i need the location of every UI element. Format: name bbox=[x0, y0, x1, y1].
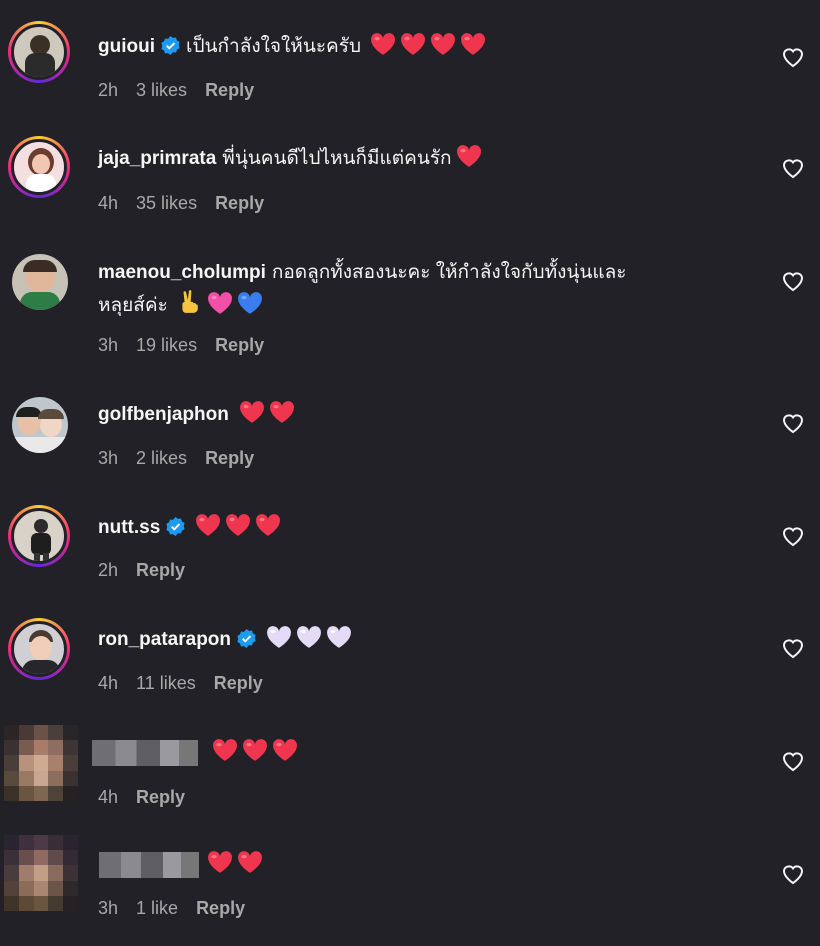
heart-red-emoji bbox=[400, 32, 426, 67]
heart-red-emoji bbox=[255, 513, 281, 548]
comment-meta: 4h 11 likes Reply bbox=[98, 671, 281, 695]
likes-count[interactable]: 2 likes bbox=[136, 448, 187, 468]
heart-red-emoji bbox=[269, 400, 295, 435]
avatar[interactable] bbox=[12, 397, 68, 453]
comment-meta: 2h Reply bbox=[98, 558, 203, 582]
heart-red-emoji bbox=[207, 850, 233, 885]
comment-text: กอดลูกทั้งสองนะคะ ให้กำลังใจกับทั้งนุ่นแ… bbox=[271, 262, 627, 283]
likes-count[interactable]: 19 likes bbox=[136, 335, 197, 355]
comment-text: หลุยส์ค่ะ bbox=[98, 295, 168, 316]
comment-text-line bbox=[92, 737, 740, 773]
heart-red-emoji bbox=[225, 513, 251, 548]
heart-white-emoji bbox=[266, 625, 292, 660]
heart-white-emoji bbox=[326, 625, 352, 660]
heart-outline-icon[interactable] bbox=[781, 637, 805, 659]
avatar[interactable] bbox=[8, 618, 70, 680]
timestamp: 4h bbox=[98, 193, 119, 213]
reply-button[interactable]: Reply bbox=[136, 787, 185, 807]
heart-outline-icon[interactable] bbox=[781, 270, 805, 292]
username[interactable]: maenou_cholumpi bbox=[98, 262, 266, 283]
heart-outline-icon[interactable] bbox=[781, 525, 805, 547]
heart-blue-emoji bbox=[237, 291, 263, 326]
avatar-pixelated[interactable] bbox=[4, 835, 78, 911]
heart-red-emoji bbox=[460, 32, 486, 67]
timestamp: 3h bbox=[98, 898, 119, 918]
username[interactable]: jaja_primrata bbox=[98, 148, 216, 169]
verified-badge-icon bbox=[161, 34, 180, 66]
heart-outline-icon[interactable] bbox=[781, 863, 805, 885]
timestamp: 2h bbox=[98, 80, 119, 100]
avatar[interactable] bbox=[8, 136, 70, 198]
heart-red-emoji bbox=[242, 738, 268, 773]
reply-button[interactable]: Reply bbox=[205, 80, 254, 100]
likes-count[interactable]: 35 likes bbox=[136, 193, 197, 213]
timestamp: 3h bbox=[98, 448, 119, 468]
reply-button[interactable]: Reply bbox=[215, 193, 264, 213]
comment-text-line-2: หลุยส์ค่ะ bbox=[98, 289, 740, 326]
heart-outline-icon[interactable] bbox=[781, 46, 805, 68]
timestamp: 3h bbox=[98, 335, 119, 355]
username[interactable]: guioui bbox=[98, 36, 155, 57]
comment-meta: 3h 19 likes Reply bbox=[98, 333, 282, 357]
avatar[interactable] bbox=[8, 21, 70, 83]
comment-text-line: ron_patarapon bbox=[98, 624, 740, 660]
avatar[interactable] bbox=[12, 254, 68, 310]
heart-pink-emoji bbox=[207, 291, 233, 326]
reply-button[interactable]: Reply bbox=[214, 673, 263, 693]
heart-outline-icon[interactable] bbox=[781, 157, 805, 179]
heart-white-emoji bbox=[296, 625, 322, 660]
heart-red-emoji bbox=[456, 144, 482, 179]
username[interactable]: golfbenjaphon bbox=[98, 404, 229, 425]
comment-text-line bbox=[99, 849, 740, 885]
heart-outline-icon[interactable] bbox=[781, 750, 805, 772]
comment-text-line: jaja_primrata พี่นุ่นคนดีไปไหนก็มีแต่คนรั… bbox=[98, 143, 740, 179]
comment-text: เป็นกำลังใจให้นะครับ bbox=[185, 36, 362, 57]
timestamp: 4h bbox=[98, 673, 119, 693]
heart-red-emoji bbox=[272, 738, 298, 773]
comment-meta: 3h 1 like Reply bbox=[98, 896, 263, 920]
heart-red-emoji bbox=[237, 850, 263, 885]
comment-meta: 4h 35 likes Reply bbox=[98, 191, 282, 215]
username[interactable]: ron_patarapon bbox=[98, 629, 231, 650]
comment-text-line: nutt.ss bbox=[98, 512, 740, 548]
blurred-username bbox=[99, 851, 199, 878]
heart-red-emoji bbox=[430, 32, 456, 67]
verified-badge-icon bbox=[166, 515, 185, 547]
heart-red-emoji bbox=[212, 738, 238, 773]
victory-hand-emoji bbox=[177, 289, 203, 326]
heart-outline-icon[interactable] bbox=[781, 412, 805, 434]
reply-button[interactable]: Reply bbox=[205, 448, 254, 468]
comment-text-line: maenou_cholumpi กอดลูกทั้งสองนะคะ ให้กำลั… bbox=[98, 257, 740, 289]
comment-meta: 3h 2 likes Reply bbox=[98, 446, 272, 470]
avatar-pixelated[interactable] bbox=[4, 725, 78, 801]
likes-count[interactable]: 3 likes bbox=[136, 80, 187, 100]
comment-meta: 2h 3 likes Reply bbox=[98, 78, 272, 102]
reply-button[interactable]: Reply bbox=[136, 560, 185, 580]
comment-text-line: guioui เป็นกำลังใจให้นะครับ bbox=[98, 31, 740, 67]
verified-badge-icon bbox=[237, 627, 256, 659]
username[interactable]: nutt.ss bbox=[98, 517, 160, 538]
reply-button[interactable]: Reply bbox=[215, 335, 264, 355]
comment-meta: 4h Reply bbox=[98, 785, 203, 809]
comment-text-line: golfbenjaphon bbox=[98, 399, 740, 435]
likes-count[interactable]: 1 like bbox=[136, 898, 178, 918]
heart-red-emoji bbox=[195, 513, 221, 548]
heart-red-emoji bbox=[370, 32, 396, 67]
heart-red-emoji bbox=[239, 400, 265, 435]
blurred-username bbox=[92, 739, 198, 766]
comment-text: พี่นุ่นคนดีไปไหนก็มีแต่คนรัก bbox=[222, 148, 452, 169]
avatar[interactable] bbox=[8, 505, 70, 567]
likes-count[interactable]: 11 likes bbox=[136, 673, 196, 693]
comments-list: guioui เป็นกำลังใจให้นะครับ 2h 3 likes Repl… bbox=[0, 0, 820, 946]
timestamp: 2h bbox=[98, 560, 119, 580]
reply-button[interactable]: Reply bbox=[196, 898, 245, 918]
timestamp: 4h bbox=[98, 787, 119, 807]
